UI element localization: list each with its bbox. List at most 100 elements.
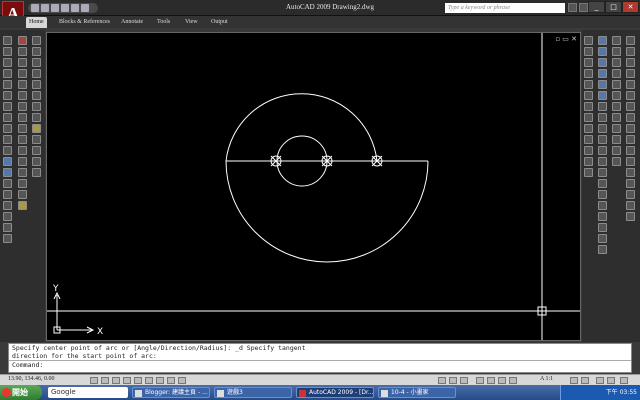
arc-icon[interactable]	[3, 91, 12, 100]
zoom-realtime-icon[interactable]	[598, 179, 607, 188]
ellipse-arc-icon[interactable]	[3, 146, 12, 155]
model-space-icon[interactable]	[438, 377, 446, 384]
tab-home[interactable]: Home	[26, 17, 47, 28]
make-block-icon[interactable]	[3, 168, 12, 177]
jogged-icon[interactable]	[584, 91, 593, 100]
union-icon[interactable]	[626, 36, 635, 45]
trim-icon[interactable]	[18, 135, 27, 144]
osnap-perpendicular-icon[interactable]	[32, 102, 41, 111]
redo-icon[interactable]	[81, 4, 89, 12]
cone-icon[interactable]	[612, 69, 621, 78]
maximize-button[interactable]: □	[605, 1, 622, 13]
move-icon[interactable]	[18, 91, 27, 100]
explode-icon[interactable]	[18, 201, 27, 210]
plot-icon[interactable]	[61, 4, 69, 12]
tolerance-icon[interactable]	[584, 157, 593, 166]
named-views-icon[interactable]	[598, 234, 607, 243]
erase-icon[interactable]	[18, 36, 27, 45]
help-icon[interactable]	[579, 3, 588, 12]
cylinder-icon[interactable]	[612, 58, 621, 67]
zoom-extents-icon[interactable]	[598, 201, 607, 210]
coordinate-readout[interactable]: 13.90, 134.46, 0.00	[8, 376, 55, 382]
offset-faces-icon[interactable]	[626, 157, 635, 166]
copy-faces-icon[interactable]	[626, 201, 635, 210]
revolve-icon[interactable]	[612, 124, 621, 133]
polygon-icon[interactable]	[3, 69, 12, 78]
rotate-faces-icon[interactable]	[626, 179, 635, 188]
stretch-icon[interactable]	[18, 124, 27, 133]
otrack-toggle[interactable]	[145, 377, 153, 384]
clean-icon[interactable]	[626, 124, 635, 133]
radius-icon[interactable]	[584, 80, 593, 89]
insert-block-icon[interactable]	[3, 157, 12, 166]
view-right-icon[interactable]	[598, 69, 607, 78]
clock[interactable]: 下午 03:55	[606, 389, 637, 396]
loft-icon[interactable]	[612, 146, 621, 155]
box-icon[interactable]	[612, 36, 621, 45]
copy-icon[interactable]	[18, 47, 27, 56]
save-icon[interactable]	[51, 4, 59, 12]
annotation-scale[interactable]: A 1:1	[540, 376, 553, 382]
upper-arc[interactable]	[225, 93, 378, 162]
osnap-toggle[interactable]	[134, 377, 142, 384]
minimize-button[interactable]: _	[588, 1, 605, 13]
section-icon[interactable]	[626, 80, 635, 89]
grid-toggle[interactable]	[101, 377, 109, 384]
pan-status-icon[interactable]	[476, 377, 484, 384]
dyn-toggle[interactable]	[167, 377, 175, 384]
osnap-tangent-icon[interactable]	[32, 91, 41, 100]
fillet-icon[interactable]	[18, 190, 27, 199]
scale-icon[interactable]	[18, 113, 27, 122]
revcloud-icon[interactable]	[3, 113, 12, 122]
osnap-quadrant-icon[interactable]	[32, 80, 41, 89]
task-folder[interactable]: 遊戲3	[214, 387, 292, 398]
view-se-iso-icon[interactable]	[598, 113, 607, 122]
extend-icon[interactable]	[18, 146, 27, 155]
orbit-icon[interactable]	[598, 157, 607, 166]
open-icon[interactable]	[41, 4, 49, 12]
spline-icon[interactable]	[3, 124, 12, 133]
circle-icon[interactable]	[3, 102, 12, 111]
clean-screen-icon[interactable]	[620, 377, 628, 384]
view-ne-iso-icon[interactable]	[598, 124, 607, 133]
extrude-icon[interactable]	[612, 113, 621, 122]
mirror-icon[interactable]	[18, 58, 27, 67]
command-window[interactable]: Specify center point of arc or [Angle/Di…	[8, 343, 632, 373]
tab-view[interactable]: View	[182, 17, 201, 28]
point-icon[interactable]	[3, 179, 12, 188]
aligned-dimension-icon[interactable]	[584, 47, 593, 56]
lineweight-toggle[interactable]	[178, 377, 186, 384]
region-icon[interactable]	[3, 212, 12, 221]
google-search-box[interactable]: Google	[48, 387, 128, 398]
quick-access-toolbar[interactable]	[28, 3, 98, 13]
quick-dimension-icon[interactable]	[584, 124, 593, 133]
zoom-window-icon[interactable]	[598, 190, 607, 199]
table-icon[interactable]	[3, 223, 12, 232]
search-icon[interactable]	[568, 3, 577, 12]
break-icon[interactable]	[18, 157, 27, 166]
steering-wheel-icon[interactable]	[498, 377, 506, 384]
subtract-icon[interactable]	[626, 47, 635, 56]
pyramid-icon[interactable]	[612, 102, 621, 111]
camera-icon[interactable]	[598, 146, 607, 155]
separate-icon[interactable]	[626, 113, 635, 122]
wedge-icon[interactable]	[612, 80, 621, 89]
new-icon[interactable]	[31, 4, 39, 12]
close-button[interactable]: ✕	[622, 1, 639, 13]
gradient-icon[interactable]	[3, 201, 12, 210]
slice-icon[interactable]	[626, 69, 635, 78]
view-bottom-icon[interactable]	[598, 47, 607, 56]
quick-view-icon[interactable]	[460, 377, 468, 384]
hatch-icon[interactable]	[3, 190, 12, 199]
tab-tools[interactable]: Tools	[154, 17, 173, 28]
tab-blocks-references[interactable]: Blocks & References	[56, 17, 113, 28]
center-mark-icon[interactable]	[584, 168, 593, 177]
shell-icon[interactable]	[626, 102, 635, 111]
command-prompt[interactable]: Command:	[9, 360, 631, 369]
sphere-icon[interactable]	[612, 47, 621, 56]
offset-icon[interactable]	[18, 69, 27, 78]
osnap-none-icon[interactable]	[32, 135, 41, 144]
tab-annotate[interactable]: Annotate	[118, 17, 146, 28]
extrude-faces-icon[interactable]	[626, 212, 635, 221]
task-blogger[interactable]: Blogger: 建議主頁 - ...	[132, 387, 210, 398]
